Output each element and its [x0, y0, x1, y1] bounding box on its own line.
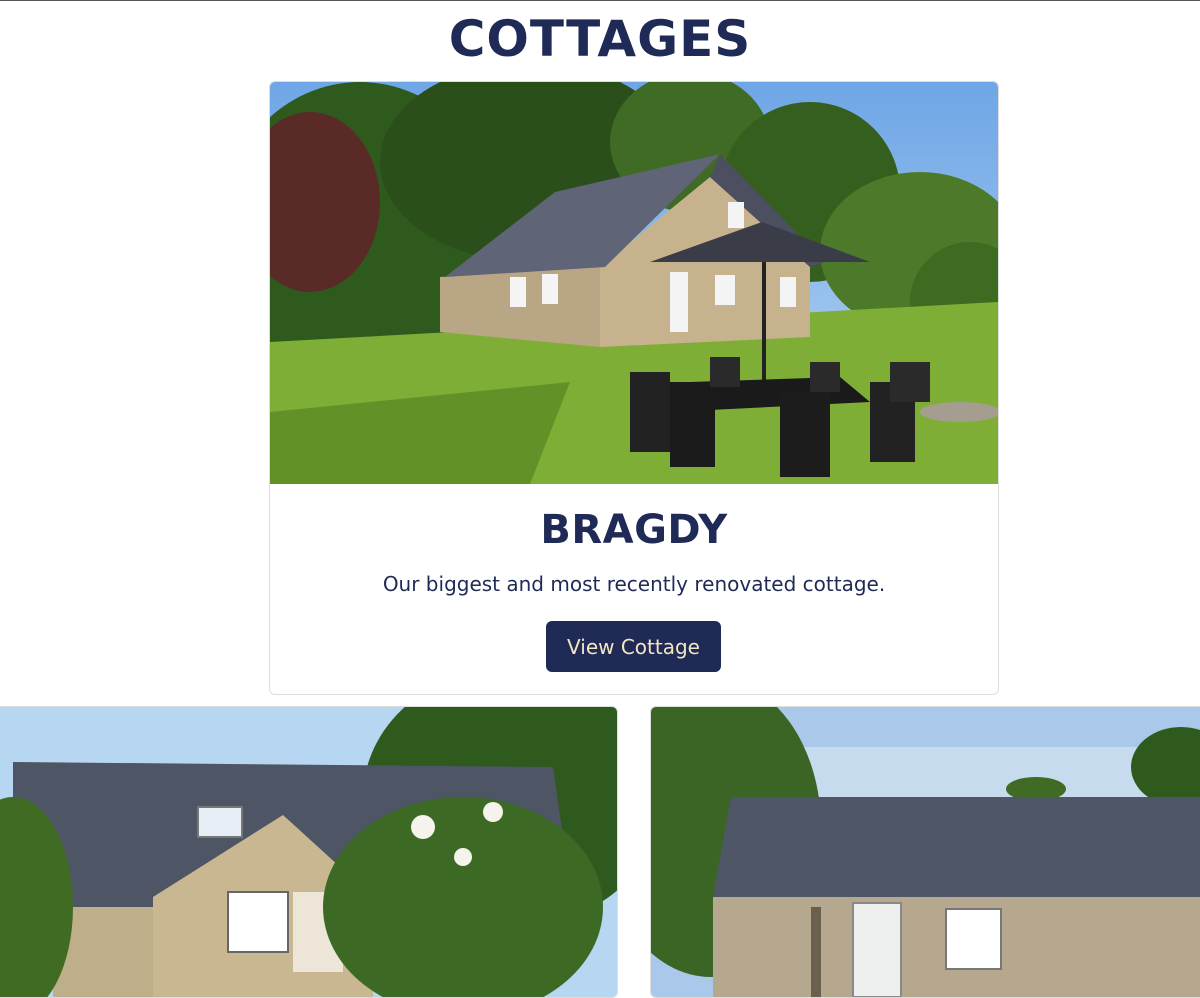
top-divider [0, 0, 1200, 1]
featured-cottage-card[interactable]: BRAGDY Our biggest and most recently ren… [269, 81, 999, 695]
page-title: COTTAGES [448, 10, 752, 68]
cottage-description: Our biggest and most recently renovated … [382, 572, 886, 596]
cottage-photo[interactable] [0, 707, 617, 997]
cottage-slate-roof-image [0, 707, 617, 997]
cottage-photo[interactable] [270, 82, 998, 484]
cottage-card[interactable] [650, 706, 1200, 998]
cottage-long-slate-roof-image [651, 707, 1200, 997]
view-cottage-button[interactable]: View Cottage [546, 621, 721, 672]
cottage-card[interactable] [0, 706, 618, 998]
stone-cottage-garden-image [270, 82, 998, 484]
cottage-name: BRAGDY [540, 507, 728, 553]
cottage-photo[interactable] [651, 707, 1200, 997]
